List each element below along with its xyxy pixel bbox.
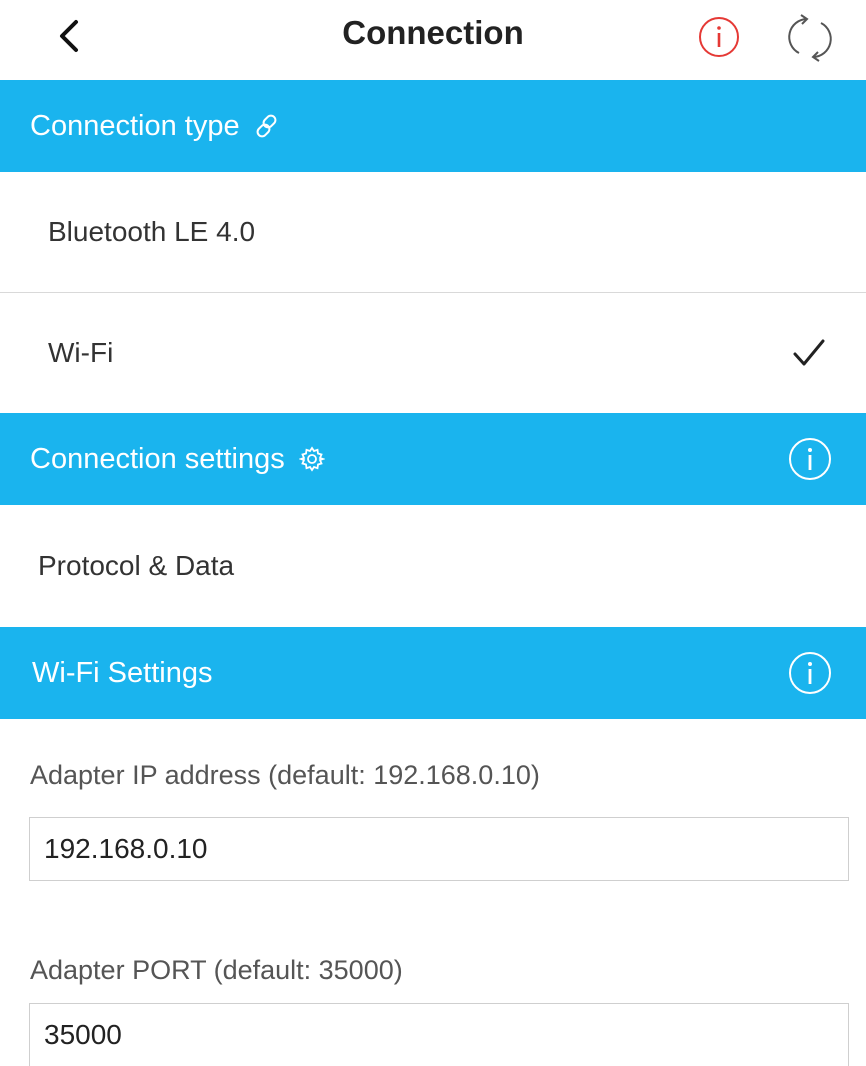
port-input[interactable] [29,1003,849,1066]
ip-address-label: Adapter IP address (default: 192.168.0.1… [30,760,540,790]
info-icon [789,652,831,694]
option-bluetooth[interactable]: Bluetooth LE 4.0 [0,172,866,292]
connection-type-title: Connection type [30,109,240,142]
chevron-left-icon [60,20,78,52]
top-bar: Connection [0,0,866,80]
wifi-settings-title: Wi-Fi Settings [32,656,213,689]
protocol-data-item[interactable]: Protocol & Data [0,505,866,627]
info-button[interactable] [696,14,742,60]
selected-indicator [792,293,826,413]
protocol-data-label: Protocol & Data [38,550,235,581]
connection-screen: Connection Connection type Bluetooth LE … [0,0,866,1066]
refresh-button[interactable] [782,10,838,66]
connection-settings-title: Connection settings [30,442,285,475]
option-label: Bluetooth LE 4.0 [48,216,256,247]
refresh-icon [788,14,832,62]
ip-address-input[interactable] [29,817,849,881]
connection-settings-header: Connection settings [0,413,866,505]
link-icon [256,114,277,138]
port-label: Adapter PORT (default: 35000) [30,955,403,985]
option-label: Wi-Fi [48,337,114,368]
info-icon [699,17,739,57]
connection-type-header: Connection type [0,80,866,172]
info-icon [789,438,831,480]
back-button[interactable] [44,12,92,60]
option-wifi[interactable]: Wi-Fi [0,293,866,413]
gear-icon [298,446,325,472]
checkmark-icon [793,339,825,366]
connection-settings-info-button[interactable] [786,435,834,483]
wifi-settings-header: Wi-Fi Settings [0,627,866,719]
wifi-settings-info-button[interactable] [786,649,834,697]
